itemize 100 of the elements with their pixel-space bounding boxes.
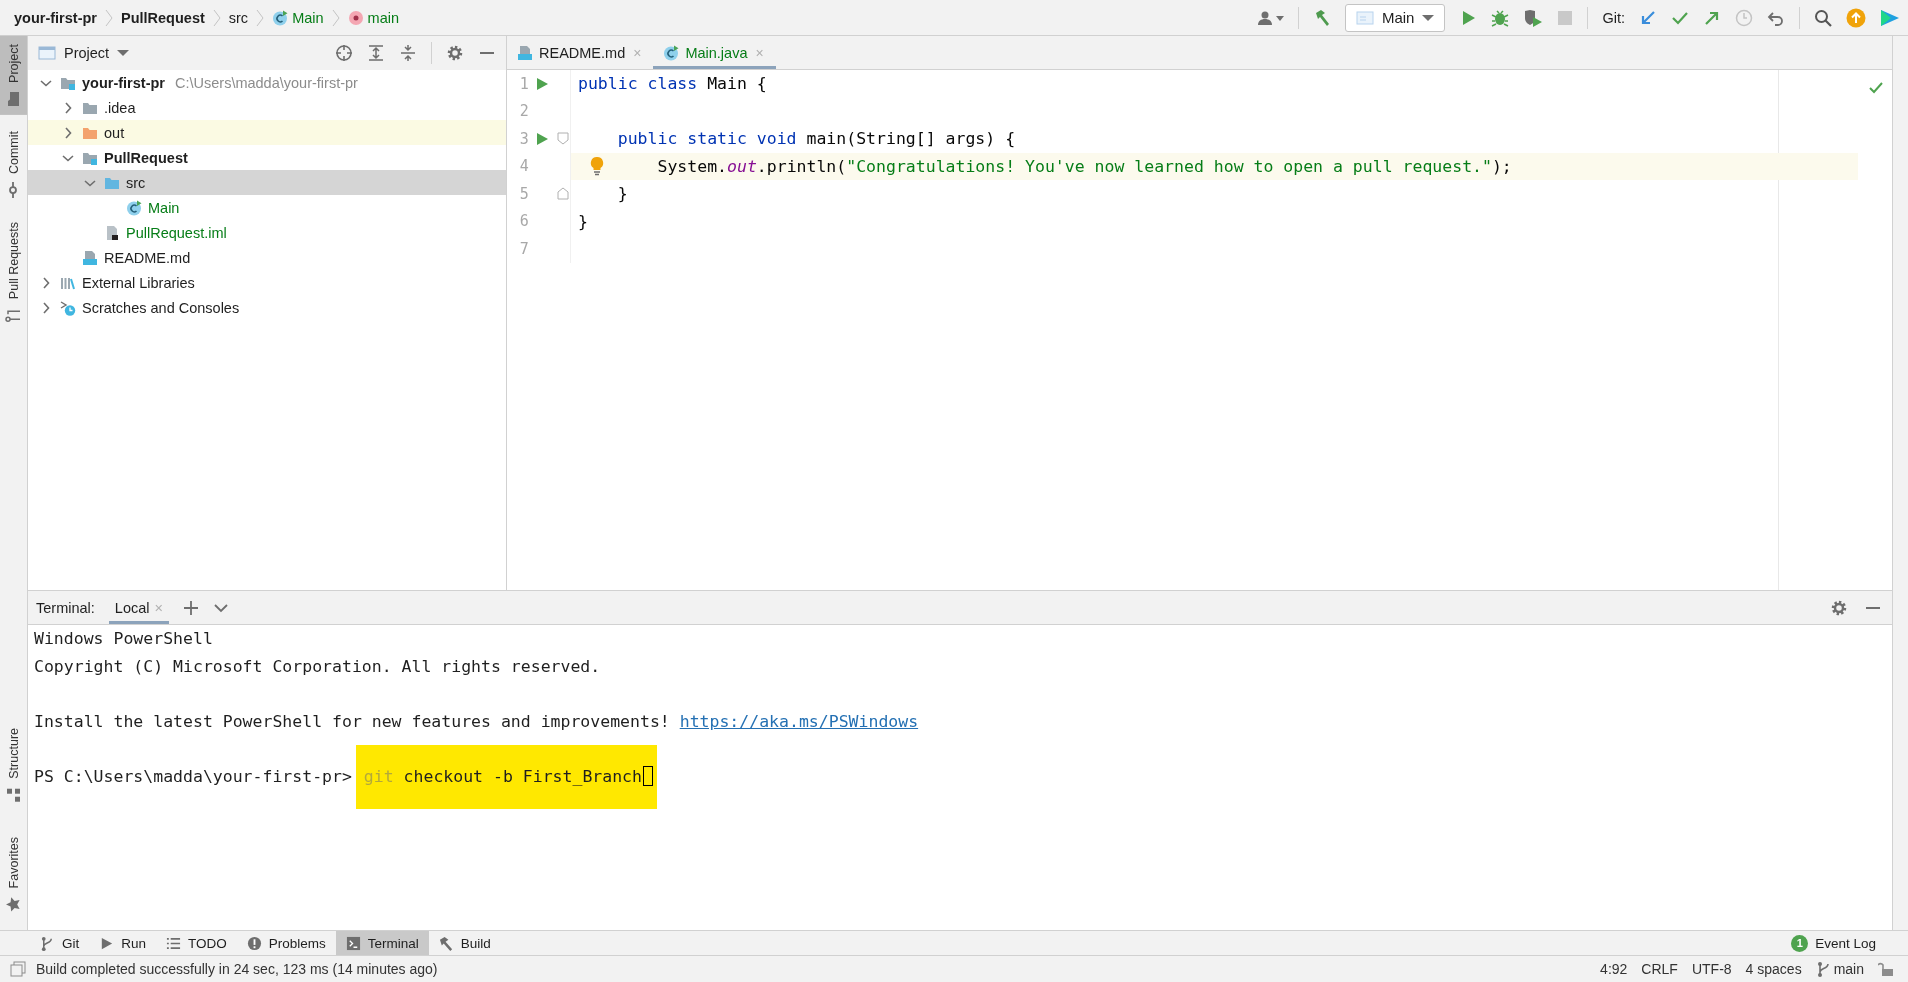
breadcrumb[interactable]: your-first-pr [14,9,97,26]
side-tab[interactable]: Commit [0,122,27,206]
tool-window-button[interactable]: Run [89,931,157,955]
structure-icon [5,786,22,803]
line-number: 2 [518,102,529,121]
class-icon [272,9,289,26]
logo-icon[interactable] [1880,7,1900,28]
side-tab[interactable]: Structure [0,719,27,811]
tree-item[interactable]: README.md [28,245,506,270]
markdown-file-icon [517,44,533,61]
git-label: Git: [1602,9,1625,26]
tool-window-button[interactable]: TODO [156,931,237,955]
branch-button[interactable]: main [1815,961,1864,977]
tree-item[interactable]: your-first-pr C:\Users\madda\your-first-pr [28,70,506,95]
editor-tab[interactable]: Main.java × [653,36,776,69]
scratch-icon [60,299,76,316]
class-icon [663,44,680,61]
breadcrumb[interactable]: src [228,9,249,26]
terminal-text: Copyright (C) Microsoft Corporation. All rights reserved. [34,656,601,676]
run-icon [99,935,115,951]
module-file-icon [104,224,120,241]
line-number: 1 [518,74,529,93]
chevron-icon [105,8,113,27]
markdown-file-icon [82,249,98,266]
view-selector[interactable]: Project [38,45,130,61]
arrow-icon[interactable] [1639,8,1657,27]
window-icon [1355,9,1374,26]
terminal-text: Windows PowerShell [34,629,213,648]
terminal-prompt: PS C:\Users\madda\your-first-pr> [34,766,352,786]
code-line: public static void main(String[] args) { [616,128,1017,151]
tool-window-button[interactable]: Build [428,931,501,955]
side-tab[interactable]: Favorites [0,828,27,920]
chevron-icon [256,8,265,27]
tree-item[interactable]: src [28,170,506,195]
tree-item[interactable]: Main [28,195,506,220]
terminal-text: Install the latest PowerShell for new features and improvements! [34,711,670,731]
status-message: Build completed successfully in 24 sec, 123 ms (14 minutes ago) [36,961,438,977]
run-icon[interactable] [535,131,550,146]
line-number: 5 [518,184,529,203]
tool-window-button[interactable]: Git [30,931,90,955]
lightbulb-icon[interactable] [589,155,605,176]
line-number: 6 [518,212,529,231]
breadcrumb[interactable]: main [347,9,399,26]
hammer-icon [438,935,454,951]
tool-window-button[interactable]: Problems [236,931,336,955]
class-icon [126,199,142,216]
tree-item[interactable]: External Libraries [28,270,506,295]
window-icon [38,45,56,61]
status-item[interactable]: 4 spaces [1745,961,1802,977]
settings-icon[interactable] [446,44,464,62]
tree-item[interactable]: Scratches and Consoles [28,295,506,320]
tree-item[interactable]: .idea [28,95,506,120]
breadcrumb[interactable]: Main [272,9,324,26]
collapse-all-icon[interactable] [399,44,417,62]
list-icon [166,935,182,951]
caret-icon [117,49,130,57]
check-icon [1868,80,1884,96]
bug-icon[interactable] [1491,8,1510,27]
pull-request-icon [5,307,22,324]
chevron-icon [331,8,340,27]
add-icon[interactable] [182,599,199,616]
tool-window-button[interactable]: Terminal [335,931,429,955]
shield-run-icon[interactable] [1523,8,1544,27]
folder-icon [5,90,22,107]
crosshair-icon[interactable] [335,44,353,62]
caret-icon [1275,13,1284,22]
event-log-button[interactable]: 1 Event Log [1781,931,1886,955]
settings-icon[interactable] [1830,598,1848,617]
tree-item[interactable]: PullRequest [28,145,506,170]
tree-item[interactable]: PullRequest.iml [28,220,506,245]
chevron-icon [212,8,221,27]
status-item[interactable]: UTF-8 [1691,961,1732,977]
run-configuration-dropdown[interactable]: Main [1344,3,1446,32]
breadcrumb[interactable]: PullRequest [121,9,205,26]
unlocked-icon[interactable] [1878,961,1894,977]
code-line: } [616,183,629,206]
expand-all-icon[interactable] [367,44,385,62]
search-icon[interactable] [1814,8,1832,27]
path-label: C:\Users\madda\your-first-pr [175,74,358,91]
terminal-icon [345,935,361,951]
line-number: 3 [518,129,529,148]
exclamation-icon [246,935,262,951]
side-tab[interactable]: Pull Requests [0,213,27,332]
method-icon [347,9,364,26]
star-icon [5,896,22,912]
side-tab[interactable]: Project [0,36,27,115]
terminal-link[interactable]: https://aka.ms/PSWindows [679,711,919,731]
user-icon [1257,9,1274,26]
code-line: public class Main { [577,73,768,96]
terminal-title: Terminal: [36,599,95,616]
status-item[interactable]: CRLF [1641,961,1678,977]
caret-icon [1422,13,1435,22]
status-item[interactable]: 4:92 [1600,961,1628,977]
terminal-tab[interactable]: Local × [108,591,169,624]
line-number: 7 [518,239,529,258]
terminal-command: git [363,766,394,786]
line-number: 4 [518,157,529,176]
run-icon[interactable] [535,76,550,91]
editor-tab[interactable]: README.md × [507,36,654,69]
tree-item[interactable]: out [28,120,506,145]
